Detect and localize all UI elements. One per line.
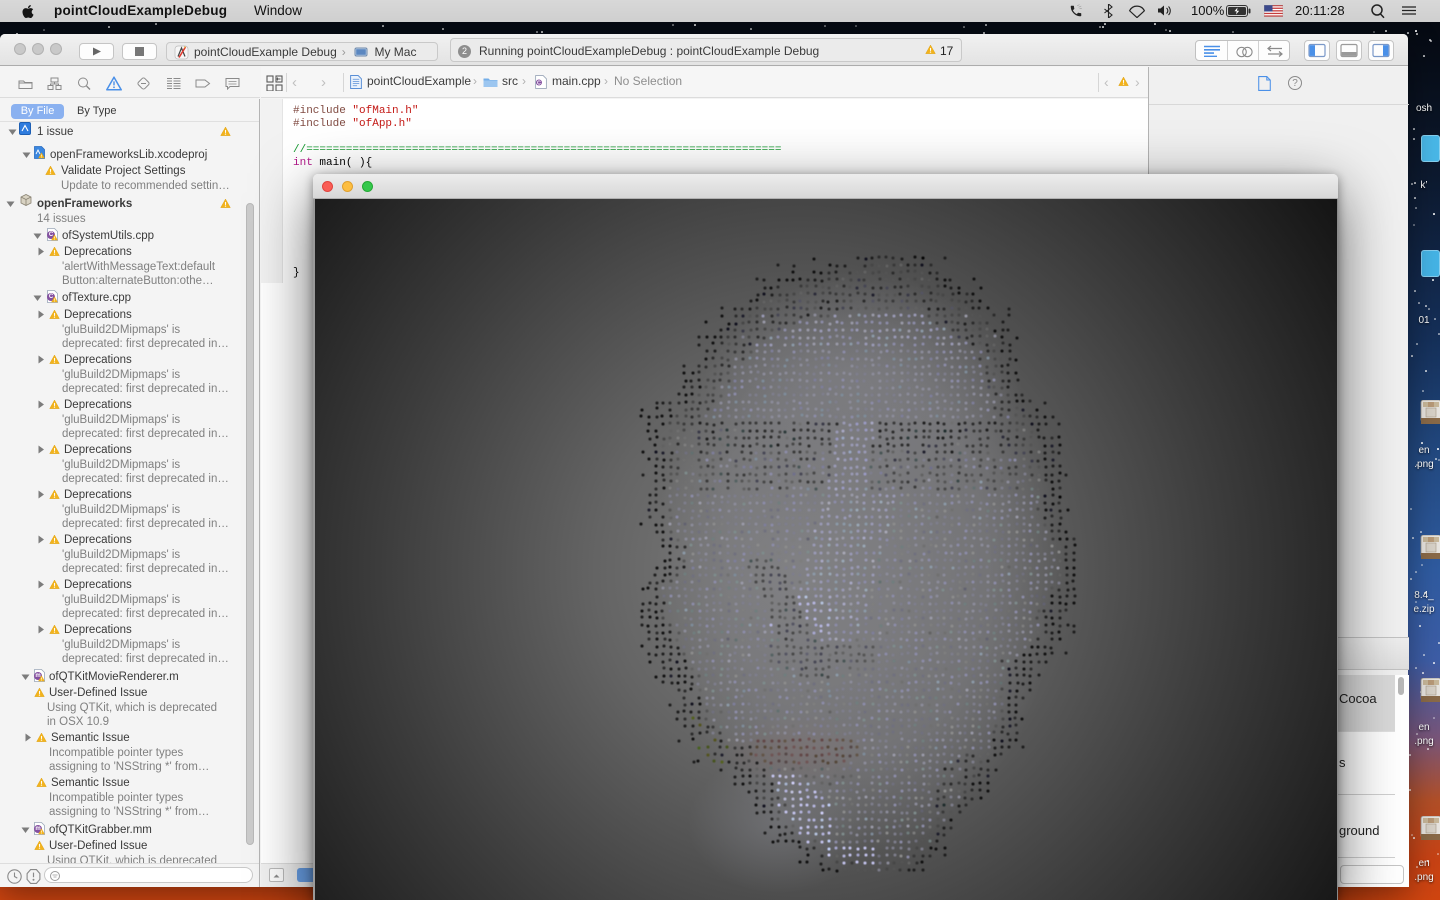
svg-text:C: C [537,81,541,87]
